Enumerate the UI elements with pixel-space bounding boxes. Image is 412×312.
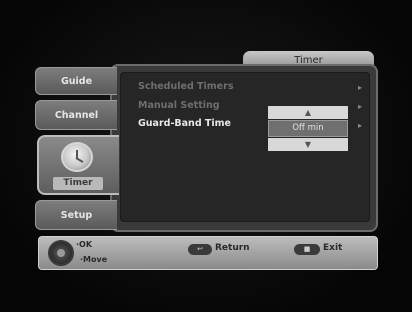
tab-channel-label: Channel: [54, 109, 99, 121]
tab-guide[interactable]: Guide: [35, 67, 117, 95]
tv-screen: Timer Guide Channel Timer Setup Schedule…: [0, 0, 412, 312]
exit-label: Exit: [323, 243, 343, 253]
chevron-right-icon: ▸: [358, 102, 363, 111]
dropdown-up-arrow-icon[interactable]: ▲: [268, 106, 348, 119]
menu-item-scheduled-timers[interactable]: Scheduled Timers: [138, 81, 233, 92]
move-label: ·Move: [80, 255, 108, 264]
dropdown-down-arrow-icon[interactable]: ▼: [268, 138, 348, 151]
clock-icon: [61, 142, 93, 172]
tab-setup[interactable]: Setup: [35, 200, 117, 230]
tab-guide-label: Guide: [60, 75, 93, 87]
tab-setup-label: Setup: [60, 209, 93, 221]
return-label: Return: [215, 243, 250, 253]
menu-item-manual-setting[interactable]: Manual Setting: [138, 100, 220, 111]
chevron-right-icon: ▸: [358, 121, 363, 130]
exit-button-icon: ■: [294, 244, 320, 255]
guard-band-value[interactable]: Off min: [268, 120, 348, 137]
tab-timer-label: Timer: [53, 177, 103, 190]
tab-timer[interactable]: Timer: [37, 135, 119, 195]
chevron-right-icon: ▸: [358, 83, 363, 92]
ok-label: ·OK: [76, 240, 93, 249]
menu-item-guard-band-time[interactable]: Guard-Band Time: [138, 118, 231, 129]
tab-channel[interactable]: Channel: [35, 100, 117, 130]
dpad-icon: [48, 240, 74, 266]
return-button-icon: ↩: [188, 244, 212, 255]
